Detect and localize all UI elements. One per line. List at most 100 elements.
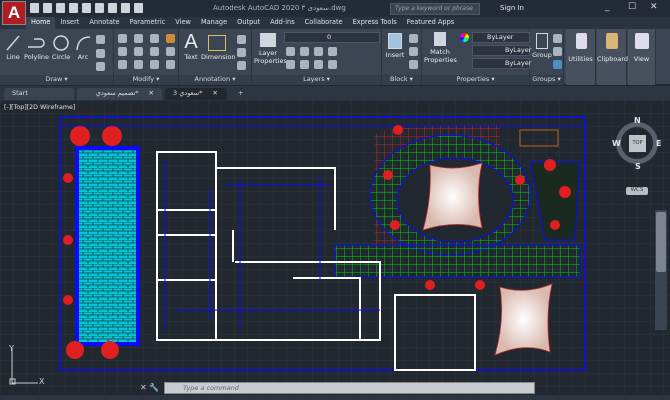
new-icon[interactable] xyxy=(30,3,39,13)
minimize-button[interactable]: _ xyxy=(605,2,610,12)
close-tab-icon[interactable]: ✕ xyxy=(212,89,217,99)
tab-home[interactable]: Home xyxy=(26,17,56,29)
file-tab-design[interactable]: تصميم سعودي* ✕ xyxy=(77,88,162,100)
layer-tool-icon[interactable] xyxy=(300,60,309,69)
offset-icon[interactable] xyxy=(166,60,175,69)
undo-icon[interactable] xyxy=(121,3,130,13)
save-as-icon[interactable] xyxy=(69,3,78,13)
view-button[interactable]: View xyxy=(628,29,656,85)
viewcube-north[interactable]: N xyxy=(634,116,641,125)
tab-parametric[interactable]: Parametric xyxy=(125,17,171,29)
explode-icon[interactable] xyxy=(166,47,175,56)
save-icon[interactable] xyxy=(56,3,65,13)
layer-tool-icon[interactable] xyxy=(286,47,295,56)
scrollbar-thumb[interactable] xyxy=(656,212,666,272)
viewcube-east[interactable]: E xyxy=(656,139,661,148)
annotation-panel-title[interactable]: Annotation ▾ xyxy=(179,75,251,85)
close-tab-icon[interactable]: ✕ xyxy=(149,89,154,99)
layers-panel-title[interactable]: Layers ▾ xyxy=(252,75,381,85)
layer-tool-icon[interactable] xyxy=(328,47,337,56)
table-icon[interactable] xyxy=(237,61,246,70)
layer-tool-icon[interactable] xyxy=(286,60,295,69)
file-tab-active[interactable]: سعودي 3* ✕ xyxy=(165,88,227,100)
trim-icon[interactable] xyxy=(150,34,159,43)
color-dropdown[interactable]: ByLayer xyxy=(472,32,530,43)
line-button[interactable]: Line xyxy=(5,35,21,61)
copy-icon[interactable] xyxy=(118,47,127,56)
viewport-controls-label[interactable]: [-][Top][2D Wireframe] xyxy=(4,104,75,111)
wcs-menu[interactable]: WCS xyxy=(626,187,648,195)
command-input[interactable]: Type a command xyxy=(164,382,535,394)
draw-panel-title[interactable]: Draw ▾ xyxy=(0,75,113,85)
clipboard-button[interactable]: Clipboard xyxy=(597,29,628,85)
hatch-icon[interactable] xyxy=(96,62,105,71)
insert-button[interactable]: Insert xyxy=(385,33,405,59)
layer-tool-icon[interactable] xyxy=(314,47,323,56)
block-panel-title[interactable]: Block ▾ xyxy=(382,75,421,85)
linetype-dropdown[interactable]: ByLayer xyxy=(472,45,531,56)
tab-output[interactable]: Output xyxy=(232,17,265,29)
layer-tool-icon[interactable] xyxy=(300,47,309,56)
layer-tool-icon[interactable] xyxy=(328,60,337,69)
groups-panel-title[interactable]: Groups ▾ xyxy=(530,75,563,85)
edit-block-icon[interactable] xyxy=(409,47,418,56)
text-button[interactable]: A Text xyxy=(181,31,201,61)
array-icon[interactable] xyxy=(150,60,159,69)
attribute-icon[interactable] xyxy=(409,60,418,69)
stretch-icon[interactable] xyxy=(118,60,127,69)
new-tab-button[interactable]: + xyxy=(230,88,251,100)
tab-featured-apps[interactable]: Featured Apps xyxy=(402,17,460,29)
tab-add-ins[interactable]: Add-ins xyxy=(265,17,300,29)
close-command-icon[interactable]: ✕ xyxy=(140,383,147,392)
viewcube-top-face[interactable]: TOP xyxy=(629,135,646,152)
viewcube[interactable]: TOP xyxy=(616,122,658,164)
file-tab-start[interactable]: Start xyxy=(4,88,74,100)
layer-tool-icon[interactable] xyxy=(314,60,323,69)
polyline-button[interactable]: Polyline xyxy=(24,35,49,61)
arc-button[interactable]: Arc xyxy=(75,35,91,61)
lineweight-dropdown[interactable]: ByLayer xyxy=(472,58,531,69)
group-edit-icon[interactable] xyxy=(553,47,562,56)
linear-dimension-icon[interactable] xyxy=(237,35,246,44)
leader-icon[interactable] xyxy=(237,48,246,57)
search-input[interactable]: Type a keyword or phrase xyxy=(390,3,480,15)
maximize-button[interactable]: ☐ xyxy=(628,2,636,12)
match-properties-button[interactable]: Match Properties xyxy=(424,32,457,64)
sign-in-button[interactable]: Sign In xyxy=(500,4,524,12)
viewcube-west[interactable]: W xyxy=(612,139,621,148)
create-block-icon[interactable] xyxy=(409,34,418,43)
customize-icon[interactable]: 🔧 xyxy=(149,383,159,392)
circle-button[interactable]: Circle xyxy=(51,35,71,61)
tab-collaborate[interactable]: Collaborate xyxy=(300,17,348,29)
redo-icon[interactable] xyxy=(134,3,143,13)
move-icon[interactable] xyxy=(118,34,127,43)
application-menu-button[interactable]: A xyxy=(2,1,26,25)
open-icon[interactable] xyxy=(43,3,52,13)
drawing-canvas[interactable] xyxy=(0,100,670,400)
tab-insert[interactable]: Insert xyxy=(55,17,84,29)
layer-properties-button[interactable]: Layer Properties xyxy=(254,33,287,65)
rotate-icon[interactable] xyxy=(134,34,143,43)
group-selection-icon[interactable] xyxy=(553,60,562,69)
close-button[interactable]: ✕ xyxy=(650,2,658,12)
mirror-icon[interactable] xyxy=(134,47,143,56)
tab-manage[interactable]: Manage xyxy=(196,17,232,29)
plot-icon[interactable] xyxy=(95,3,104,13)
fillet-icon[interactable] xyxy=(150,47,159,56)
tab-view[interactable]: View xyxy=(170,17,196,29)
ungroup-icon[interactable] xyxy=(553,34,562,43)
layer-dropdown[interactable]: 0 xyxy=(284,32,380,43)
utilities-button[interactable]: Utilities xyxy=(566,29,596,85)
modify-panel-title[interactable]: Modify ▾ xyxy=(114,75,178,85)
rectangle-icon[interactable] xyxy=(96,35,105,44)
dimension-button[interactable]: Dimension xyxy=(201,35,236,61)
erase-icon[interactable] xyxy=(166,34,175,43)
publish-icon[interactable] xyxy=(82,3,91,13)
tab-annotate[interactable]: Annotate xyxy=(84,17,124,29)
tab-express-tools[interactable]: Express Tools xyxy=(348,17,402,29)
properties-panel-title[interactable]: Properties ▾ xyxy=(422,75,529,85)
group-button[interactable]: Group xyxy=(532,33,552,59)
ellipse-icon[interactable] xyxy=(96,49,105,58)
viewcube-south[interactable]: S xyxy=(635,162,641,171)
print-icon[interactable] xyxy=(108,3,117,13)
